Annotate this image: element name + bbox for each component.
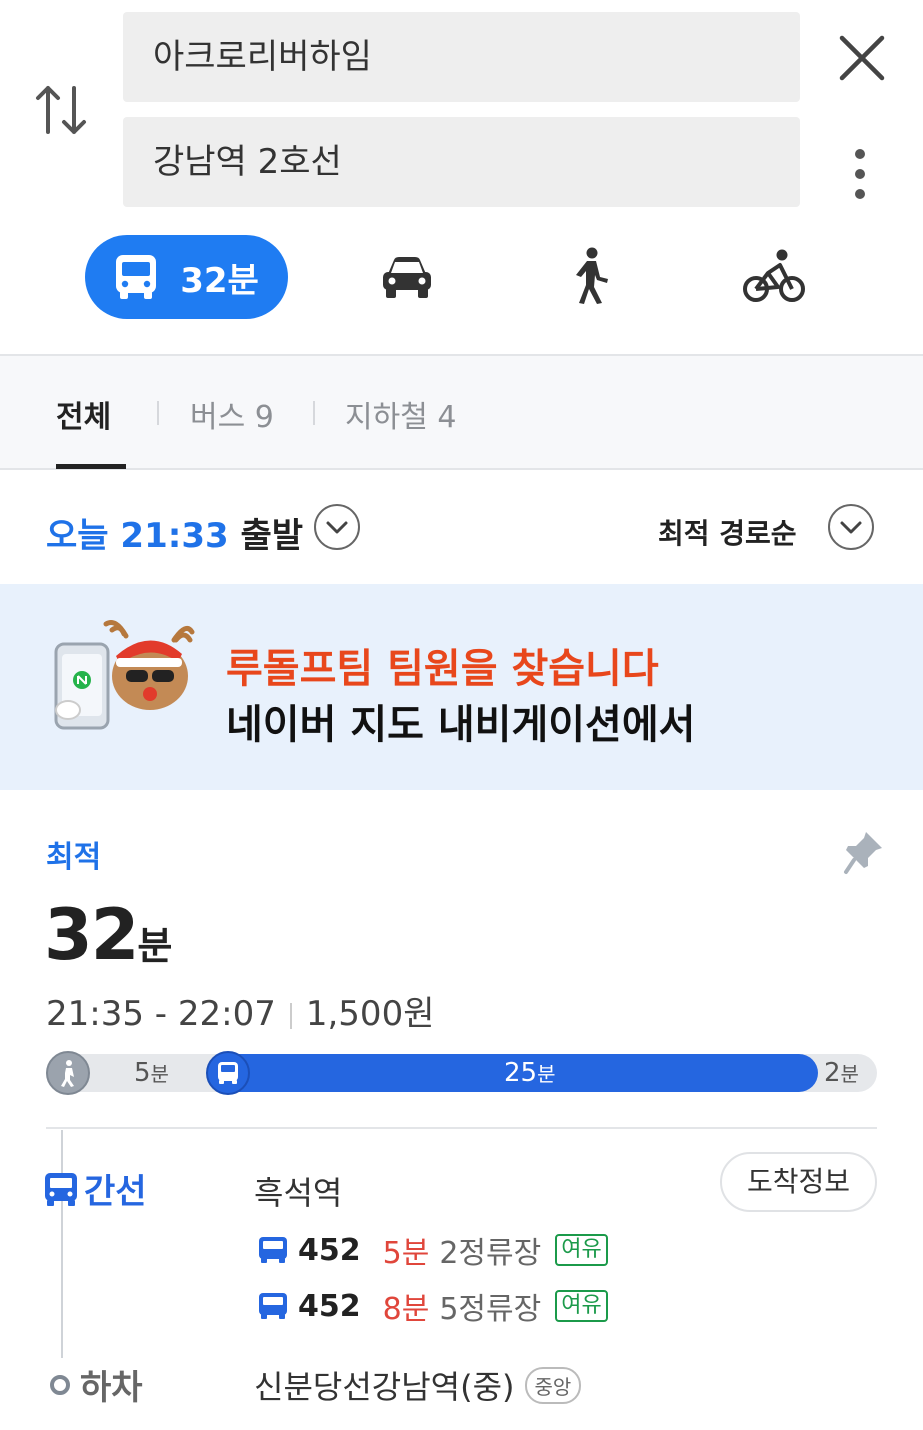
- route-search-header: 아크로리버하임 강남역 2호선: [0, 0, 923, 230]
- fare: 1,500원: [305, 994, 435, 1034]
- active-tab-indicator: [56, 464, 126, 469]
- bus-icon: [45, 1172, 77, 1206]
- reindeer-phone-illustration: [54, 620, 195, 730]
- bus-icon: [259, 1293, 287, 1319]
- chevron-down-icon: [840, 521, 862, 534]
- bus-minutes: 25: [504, 1058, 538, 1088]
- end-unit: 분: [840, 1062, 859, 1086]
- sort-dropdown-button[interactable]: [828, 504, 874, 550]
- alight-kind: 하차: [50, 1360, 143, 1409]
- bus-icon: [218, 1062, 238, 1084]
- arrival-info-button[interactable]: 도착정보: [720, 1152, 877, 1212]
- departure-row: 오늘 21:33 출발 최적 경로순: [0, 470, 923, 584]
- tab-bus[interactable]: 버스 9: [190, 392, 274, 436]
- route-type-tabs: 전체 버스 9 지하철 4: [0, 354, 923, 470]
- departure-clock: 21:33: [120, 516, 229, 556]
- end-minutes: 2: [824, 1058, 841, 1088]
- banner-headline: 루돌프팀 팀원을 찾습니다: [226, 646, 659, 692]
- bus-unit: 분: [537, 1062, 556, 1086]
- bus-leg-label: 간선: [84, 1172, 147, 1212]
- route-time-and-fare: 21:35 - 22:07 1,500원: [46, 986, 434, 1035]
- best-route-badge: 최적: [46, 840, 102, 875]
- departure-suffix: 출발: [240, 516, 304, 556]
- origin-input[interactable]: 아크로리버하임: [123, 12, 800, 102]
- bus-icon: [116, 255, 157, 299]
- bus-number: 452: [298, 1288, 361, 1324]
- bus-stops-away: 5정류장: [439, 1292, 542, 1327]
- time-range: 21:35 - 22:07: [46, 994, 276, 1034]
- separator: [289, 1002, 292, 1029]
- final-walk-time: 2분: [824, 1058, 859, 1088]
- route-duration: 32분: [44, 894, 172, 976]
- car-icon[interactable]: [380, 254, 434, 300]
- walk-minutes: 5: [134, 1058, 151, 1088]
- duration-unit: 분: [137, 924, 173, 968]
- alight-stop: 신분당선강남역(중) 중앙: [254, 1362, 582, 1408]
- bus-number: 452: [298, 1232, 361, 1268]
- bus-arrival-row[interactable]: 452 5분 2정류장 여유: [258, 1230, 608, 1271]
- bicycle-icon[interactable]: [742, 249, 806, 305]
- departure-time[interactable]: 오늘 21:33 출발: [46, 508, 303, 557]
- more-options-icon[interactable]: [846, 148, 874, 200]
- crowd-badge: 여유: [555, 1290, 608, 1322]
- alight-stop-name: 신분당선강남역(중): [254, 1368, 515, 1406]
- bus-segment-icon: [206, 1051, 250, 1095]
- travel-mode-bar: 32분: [0, 232, 923, 322]
- bus-stops-away: 2정류장: [439, 1236, 542, 1271]
- mode-transit-button[interactable]: 32분: [85, 235, 288, 319]
- bus-arrival-row[interactable]: 452 8분 5정류장 여유: [258, 1286, 608, 1327]
- promo-banner[interactable]: 루돌프팀 팀원을 찾습니다 네이버 지도 내비게이션에서: [0, 584, 923, 790]
- route-segment-bar: 5분 25분 2분: [46, 1051, 877, 1095]
- median-stop-tag: 중앙: [524, 1366, 582, 1404]
- walk-unit: 분: [150, 1062, 169, 1086]
- walk-icon[interactable]: [570, 247, 612, 305]
- route-card[interactable]: 최적 32분 21:35 - 22:07 1,500원 5분 25분 2분 간선…: [0, 790, 923, 1430]
- walk-icon: [61, 1060, 74, 1087]
- crowd-badge: 여유: [555, 1234, 608, 1266]
- departure-day: 오늘: [46, 516, 109, 556]
- sort-label[interactable]: 최적 경로순: [658, 512, 797, 552]
- boarding-stop: 흑석역: [254, 1174, 343, 1212]
- tab-all[interactable]: 전체: [56, 392, 111, 436]
- bus-eta: 5분: [382, 1236, 430, 1271]
- transit-duration: 32분: [180, 260, 259, 301]
- walk-segment-time: 5분: [134, 1058, 169, 1088]
- chevron-down-icon: [326, 521, 348, 534]
- alight-dot-icon: [50, 1374, 70, 1395]
- pin-icon[interactable]: [842, 828, 886, 876]
- tab-divider: [313, 401, 315, 425]
- banner-subline: 네이버 지도 내비게이션에서: [226, 702, 696, 748]
- walk-segment-icon: [46, 1051, 90, 1095]
- bus-segment-time: 25분: [504, 1058, 556, 1088]
- tab-subway[interactable]: 지하철 4: [345, 392, 456, 436]
- destination-input[interactable]: 강남역 2호선: [123, 117, 800, 207]
- swap-icon[interactable]: [34, 80, 90, 140]
- bus-leg-kind: 간선: [44, 1164, 147, 1213]
- tab-divider: [157, 401, 159, 425]
- alight-label: 하차: [80, 1368, 143, 1408]
- departure-dropdown-button[interactable]: [314, 504, 360, 550]
- bus-icon: [259, 1237, 287, 1263]
- duration-number: 32: [44, 894, 139, 976]
- bus-eta: 8분: [382, 1292, 430, 1327]
- close-icon[interactable]: [836, 32, 888, 84]
- divider: [46, 1127, 877, 1129]
